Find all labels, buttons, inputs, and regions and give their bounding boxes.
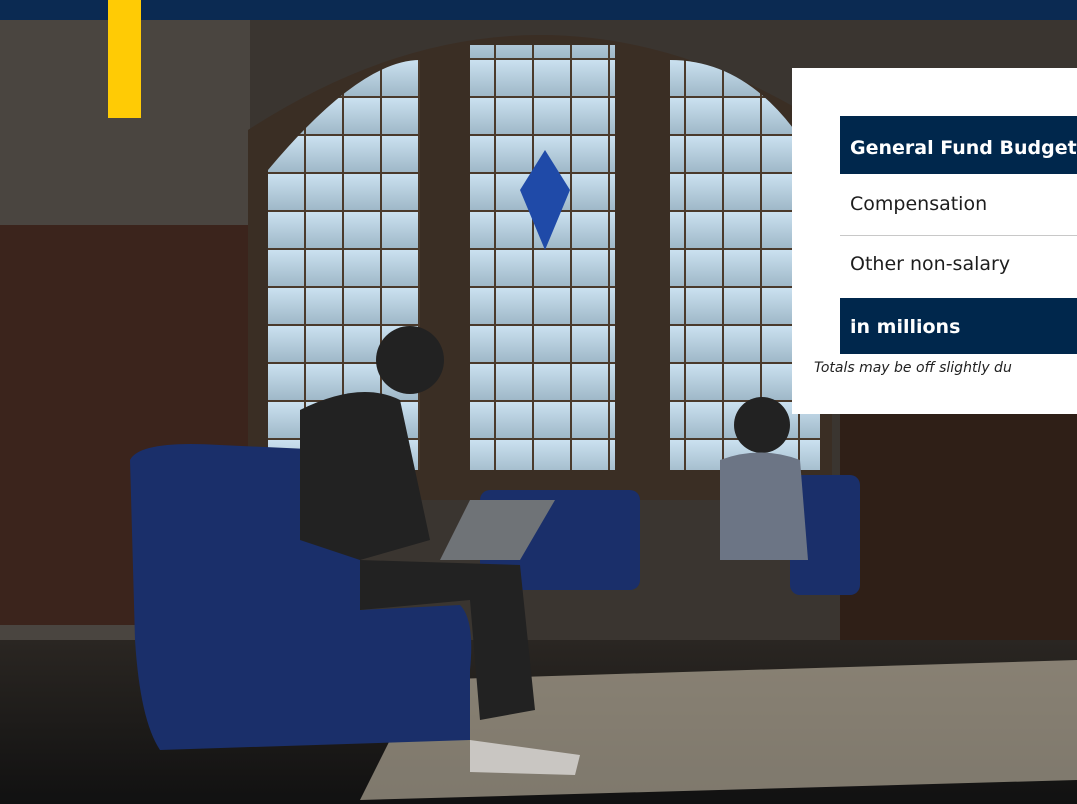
- budget-table-card: General Fund Budget Compensation Other n…: [792, 68, 1077, 414]
- top-navy-bar: [0, 0, 1077, 20]
- budget-footnote: Totals may be off slightly du: [814, 360, 1012, 376]
- budget-row-other-non-salary: Other non-salary: [850, 253, 1011, 275]
- budget-table-header: General Fund Budget: [840, 116, 1077, 174]
- budget-row-compensation: Compensation: [840, 176, 1077, 236]
- maize-accent-bar: [108, 0, 141, 118]
- budget-units-header: in millions: [840, 298, 1077, 354]
